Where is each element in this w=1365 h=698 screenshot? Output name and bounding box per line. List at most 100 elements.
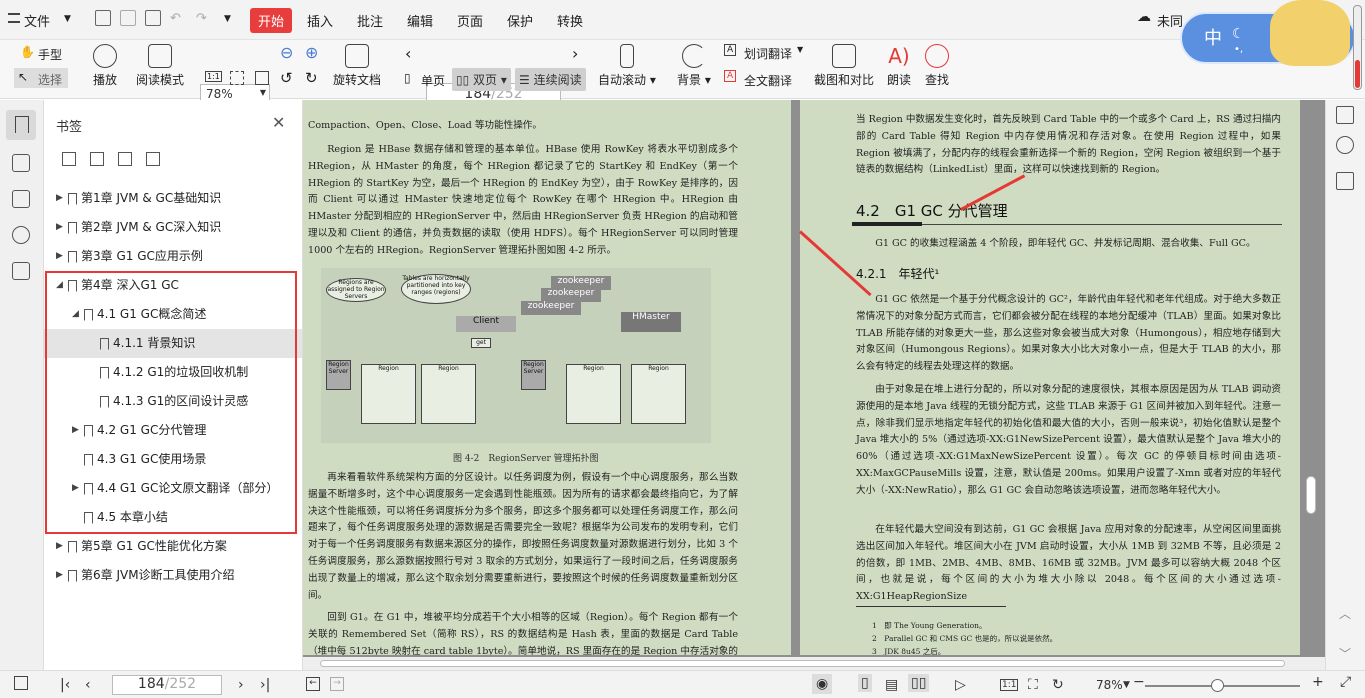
expand-arrow-icon[interactable]: ▶	[56, 561, 63, 590]
rotate-icon[interactable]: ↻	[1052, 677, 1064, 693]
cloud-icon[interactable]: ☁	[1137, 9, 1151, 25]
play-icon[interactable]: ▷	[955, 677, 966, 693]
search-text-icon[interactable]	[1336, 136, 1354, 154]
paragraph: 在年轻代最大空间没有到达前，G1 GC 会根据 Java 应用对象的分配速率，从…	[856, 524, 1281, 603]
chevron-down-icon[interactable]: ▼	[64, 14, 71, 24]
menu-page[interactable]: 页面	[457, 11, 483, 30]
bookmark-item[interactable]: ▶ 第6章 JVM诊断工具使用介绍	[44, 561, 302, 590]
play-button[interactable]: 播放	[93, 44, 117, 88]
expand-arrow-icon[interactable]: ▶	[56, 184, 63, 213]
chevron-down-icon[interactable]: ﹀	[1339, 645, 1351, 662]
background-button[interactable]: 背景 ▾	[677, 44, 711, 88]
actual-size-icon[interactable]: 1:1	[205, 71, 222, 82]
expand-arrow-icon[interactable]: ▶	[56, 242, 63, 271]
rotate-document-button[interactable]: 旋转文档	[333, 44, 381, 88]
menu-protect[interactable]: 保护	[507, 11, 533, 30]
first-page-icon[interactable]: |‹	[60, 677, 70, 693]
redo-icon[interactable]: ↷	[196, 11, 207, 26]
signature-icon[interactable]	[12, 262, 30, 280]
eye-protection-icon[interactable]: ◉	[812, 674, 833, 694]
hand-icon[interactable]: ✋	[20, 45, 35, 59]
read-mode-label: 阅读模式	[136, 73, 185, 87]
chevron-down-icon[interactable]: ▼	[797, 45, 803, 54]
save-icon[interactable]	[120, 10, 136, 26]
actual-size-icon[interactable]: 1:1	[1000, 679, 1019, 691]
status-page-input[interactable]: 184/252	[112, 675, 222, 695]
fit-page-icon[interactable]: ⛶	[1028, 677, 1038, 693]
translate-icon[interactable]	[1336, 172, 1354, 190]
open-folder-icon[interactable]	[95, 10, 111, 26]
expand-arrow-icon[interactable]: ▶	[56, 532, 63, 561]
print-icon[interactable]	[145, 10, 161, 26]
word-translate-label[interactable]: 划词翻译	[744, 45, 792, 62]
expand-arrow-icon[interactable]: ▶	[56, 213, 63, 242]
single-page-label[interactable]: 单页	[421, 72, 445, 89]
sync-status[interactable]: 未同	[1157, 11, 1183, 30]
forward-icon[interactable]: →	[330, 677, 344, 691]
continuous-read-button[interactable]: ☰ 连续阅读	[515, 68, 586, 91]
chevron-up-icon[interactable]: ︿	[1339, 605, 1351, 622]
read-mode-button[interactable]: 阅读模式	[136, 44, 184, 88]
delete-bookmark-icon[interactable]	[146, 152, 160, 166]
page-view-icon[interactable]: ▤	[885, 677, 898, 693]
settings-icon[interactable]	[1336, 106, 1354, 124]
menu-edit[interactable]: 编辑	[407, 11, 433, 30]
horizontal-scrollbar-thumb[interactable]	[320, 660, 1285, 667]
zoom-in-icon[interactable]: +	[1312, 674, 1324, 690]
bookmark-flag-icon	[68, 251, 77, 263]
bookmark-item[interactable]: ▶ 第2章 JVM & GC深入知识	[44, 213, 302, 242]
zoom-out-icon[interactable]: ⊖	[280, 43, 293, 62]
close-icon[interactable]: ✕	[272, 113, 285, 132]
previous-page-icon[interactable]: ‹	[405, 44, 411, 63]
comment-icon[interactable]	[12, 190, 30, 208]
undo-icon[interactable]: ↶	[170, 11, 181, 26]
back-icon[interactable]: ←	[306, 677, 320, 691]
bookmark-item[interactable]: ▶ 第3章 G1 GC应用示例	[44, 242, 302, 271]
menu-icon[interactable]	[8, 13, 20, 23]
next-page-icon[interactable]: ›	[238, 677, 244, 693]
menu-convert[interactable]: 转换	[557, 11, 583, 30]
auto-scroll-button[interactable]: 自动滚动 ▾	[598, 44, 656, 88]
menu-insert[interactable]: 插入	[307, 11, 333, 30]
chevron-down-icon[interactable]: ▼	[1123, 680, 1130, 690]
add-bookmark-icon[interactable]	[118, 152, 132, 166]
mascot-avatar[interactable]	[1270, 0, 1350, 66]
menu-start[interactable]: 开始	[250, 8, 293, 33]
bookmark-icon[interactable]	[6, 110, 36, 140]
fit-page-icon[interactable]	[230, 71, 244, 85]
collapse-all-icon[interactable]	[90, 152, 104, 166]
fullscreen-icon[interactable]: ⤢	[1340, 674, 1351, 690]
double-page-view-icon[interactable]: ▯▯	[908, 674, 930, 692]
next-page-icon[interactable]: ›	[572, 44, 578, 63]
document-view[interactable]: Compaction、Open、Close、Load 等功能性操作。 Regio…	[303, 100, 1325, 670]
bookmark-item[interactable]: ▶ 第1章 JVM & GC基础知识	[44, 184, 302, 213]
expand-all-icon[interactable]	[62, 152, 76, 166]
screenshot-compare-button[interactable]: 截图和对比	[814, 44, 874, 88]
menu-file[interactable]: 文件	[24, 11, 50, 30]
attachment-icon[interactable]	[12, 226, 30, 244]
double-page-button[interactable]: ▯▯ 双页 ▾	[452, 68, 511, 91]
find-button[interactable]: 查找	[925, 44, 949, 88]
zoom-slider-knob[interactable]	[1211, 679, 1224, 692]
menu-annotate[interactable]: 批注	[357, 11, 383, 30]
bookmark-item[interactable]: ▶ 第5章 G1 GC性能优化方案	[44, 532, 302, 561]
zoom-out-icon[interactable]: −	[1133, 674, 1145, 690]
thumbnail-icon[interactable]	[12, 154, 30, 172]
quick-access-dropdown-icon[interactable]: ▼	[224, 14, 231, 24]
full-translate-icon[interactable]: A	[724, 70, 737, 82]
word-translate-icon[interactable]: A	[724, 44, 737, 56]
previous-page-icon[interactable]: ‹	[85, 677, 91, 693]
zoom-in-icon[interactable]: ⊕	[305, 43, 318, 62]
status-zoom-value[interactable]: 78%	[1096, 678, 1123, 692]
last-page-icon[interactable]: ›|	[260, 677, 270, 693]
fit-width-icon[interactable]	[255, 71, 269, 85]
rotate-right-icon[interactable]: ↻	[305, 69, 318, 87]
single-page-view-icon[interactable]: ▯	[858, 674, 872, 692]
full-translate-label[interactable]: 全文翻译	[744, 72, 792, 89]
hand-tool-label[interactable]: 手型	[38, 46, 62, 63]
read-aloud-button[interactable]: A) 朗读	[887, 44, 911, 88]
single-page-icon[interactable]: ▯	[404, 71, 411, 85]
rotate-left-icon[interactable]: ↺	[280, 69, 293, 87]
sidebar-toggle-icon[interactable]	[14, 676, 28, 690]
vertical-scrollbar-thumb[interactable]	[1306, 476, 1316, 514]
